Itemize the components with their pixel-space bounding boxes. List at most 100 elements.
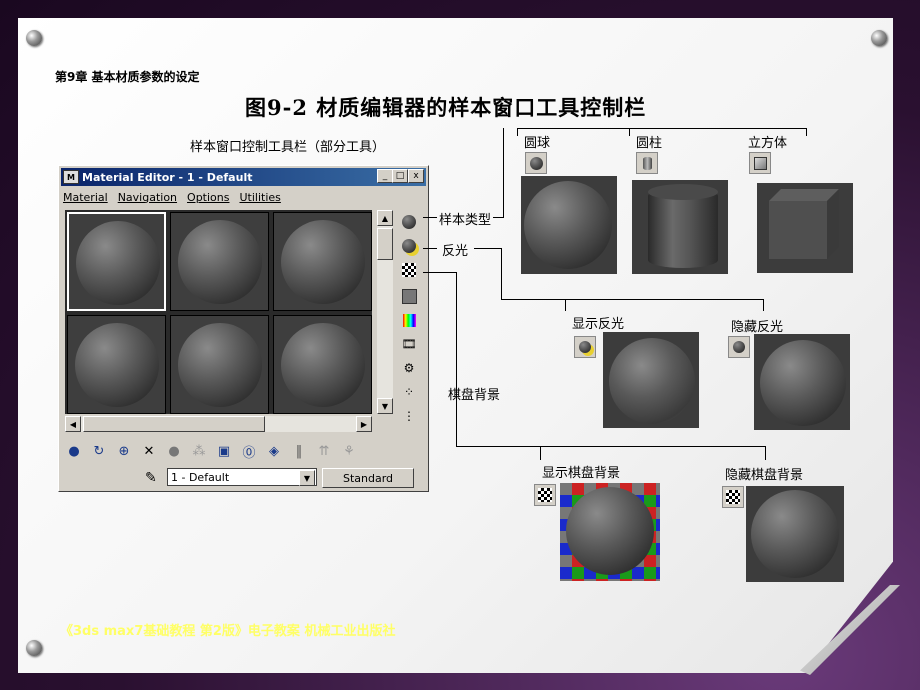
cylinder-icon	[642, 156, 652, 170]
show-backlight-button[interactable]	[574, 336, 596, 358]
sample-slot[interactable]	[67, 212, 166, 311]
cube-type-button[interactable]	[749, 152, 771, 174]
parent-icon: ⇈	[318, 443, 330, 459]
connector-line	[503, 128, 504, 218]
show-end-result-button[interactable]: ‖	[288, 441, 310, 461]
make-unique-button[interactable]: ⁂	[188, 441, 210, 461]
sphere-type-button[interactable]	[525, 152, 547, 174]
connector-line	[517, 128, 518, 136]
options-icon: ⚙	[403, 361, 415, 375]
material-effects-channel-button[interactable]: ⓪	[238, 441, 260, 461]
scroll-up-icon[interactable]: ▲	[377, 210, 393, 226]
sample-slot[interactable]	[67, 315, 166, 414]
select-icon: ⁘	[403, 385, 415, 399]
scroll-down-icon[interactable]: ▼	[377, 398, 393, 414]
label-sphere: 圆球	[524, 136, 551, 151]
app-icon: M	[63, 170, 79, 184]
scroll-thumb[interactable]	[83, 416, 265, 432]
copy-icon: ●	[168, 443, 180, 459]
sample-type-button[interactable]	[399, 212, 419, 232]
go-to-parent-button[interactable]: ⇈	[313, 441, 335, 461]
sphere-icon	[733, 341, 745, 353]
assign-material-button[interactable]: ⊕	[113, 441, 135, 461]
title-bar[interactable]: M Material Editor - 1 - Default	[61, 168, 426, 186]
menu-utilities[interactable]: Utilities	[239, 191, 280, 204]
sample-slot[interactable]	[273, 212, 372, 311]
label-hide-background: 隐藏棋盘背景	[725, 468, 804, 483]
select-by-material-button[interactable]: ⁘	[399, 382, 419, 402]
sphere-icon	[76, 221, 160, 305]
chevron-down-icon[interactable]: ▼	[299, 470, 315, 486]
scroll-thumb[interactable]	[377, 228, 393, 260]
connector-line	[423, 272, 457, 273]
channel-icon: ⓪	[242, 445, 256, 461]
minimize-button[interactable]: _	[377, 169, 393, 183]
backlight-icon	[579, 341, 591, 353]
cube-preview	[757, 183, 853, 273]
cylinder-type-button[interactable]	[636, 152, 658, 174]
show-background-button[interactable]	[534, 484, 556, 506]
menu-bar: Material Navigation Options Utilities	[63, 188, 281, 206]
scroll-left-icon[interactable]: ◀	[65, 416, 81, 432]
get-material-icon: ●	[68, 443, 80, 459]
background-button[interactable]	[399, 260, 419, 280]
connector-line	[517, 128, 807, 129]
label-show-background: 显示棋盘背景	[542, 466, 621, 481]
material-name-field[interactable]: 1 - Default ▼	[167, 468, 317, 486]
put-to-scene-button[interactable]: ↻	[88, 441, 110, 461]
cylinder-top	[648, 184, 718, 200]
hide-background-button[interactable]	[722, 486, 744, 508]
cylinder-preview	[632, 180, 728, 274]
material-type-button[interactable]: Standard	[322, 468, 414, 488]
menu-navigation[interactable]: Navigation	[118, 191, 177, 204]
cube-side	[827, 189, 839, 259]
hide-backlight-button[interactable]	[728, 336, 750, 358]
sphere-preview	[521, 176, 617, 274]
horizontal-scrollbar[interactable]: ◀ ▶	[65, 416, 372, 432]
connector-line	[765, 446, 766, 460]
vertical-scrollbar[interactable]: ▲ ▼	[377, 210, 393, 414]
sphere-icon	[751, 490, 839, 578]
maximize-button[interactable]: □	[392, 169, 408, 183]
reset-button[interactable]: ✕	[138, 441, 160, 461]
go-forward-button[interactable]: ⚘	[338, 441, 360, 461]
label-hide-backlight: 隐藏反光	[731, 320, 784, 335]
hide-backlight-preview	[754, 334, 850, 430]
backlight-button[interactable]	[399, 236, 419, 256]
video-color-check-button[interactable]	[399, 310, 419, 330]
checker-icon	[538, 488, 552, 502]
menu-options[interactable]: Options	[187, 191, 229, 204]
callout-line	[423, 248, 437, 249]
copy-material-button[interactable]: ●	[163, 441, 185, 461]
pick-material-icon[interactable]: ✎	[145, 470, 157, 486]
checker-icon	[726, 490, 740, 504]
label-cylinder: 圆柱	[636, 136, 663, 151]
unique-icon: ⁂	[192, 443, 206, 459]
tiling-icon	[401, 288, 417, 304]
sample-slot[interactable]	[273, 315, 372, 414]
cylinder-icon	[648, 188, 718, 268]
make-preview-button[interactable]: 🎞	[399, 334, 419, 354]
sample-slot[interactable]	[170, 315, 269, 414]
show-map-button[interactable]: ◈	[263, 441, 285, 461]
hide-background-preview	[746, 486, 844, 582]
navigator-icon: ⋮	[403, 409, 415, 423]
backlight-icon	[402, 239, 416, 253]
get-material-button[interactable]: ●	[63, 441, 85, 461]
close-button[interactable]: x	[408, 169, 424, 183]
window-title: Material Editor - 1 - Default	[82, 170, 253, 184]
sample-slot[interactable]	[170, 212, 269, 311]
sphere-icon	[529, 156, 543, 170]
connector-line	[806, 128, 807, 136]
toolbar-caption: 样本窗口控制工具栏（部分工具）	[190, 140, 386, 155]
menu-material[interactable]: Material	[63, 191, 108, 204]
sphere-icon	[760, 340, 846, 426]
scroll-right-icon[interactable]: ▶	[356, 416, 372, 432]
options-button[interactable]: ⚙	[399, 358, 419, 378]
uv-tiling-button[interactable]	[399, 286, 419, 306]
delete-icon: ✕	[143, 443, 155, 459]
connector-line	[456, 446, 766, 447]
material-navigator-button[interactable]: ⋮	[399, 406, 419, 426]
connector-line	[501, 299, 764, 300]
put-to-library-button[interactable]: ▣	[213, 441, 235, 461]
